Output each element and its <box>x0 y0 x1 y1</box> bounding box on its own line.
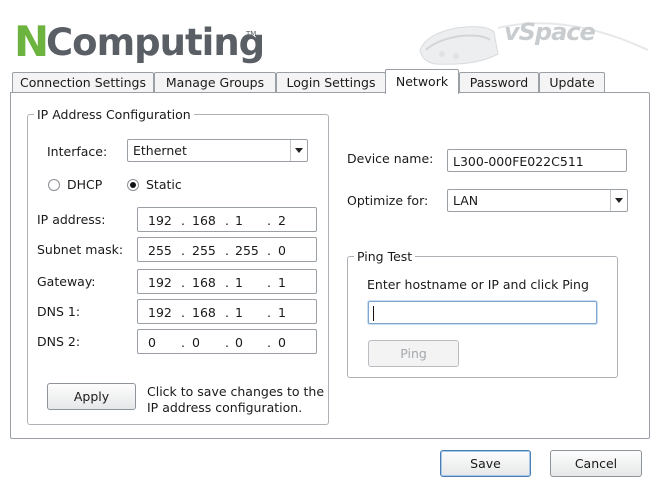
ip-octet: 192 <box>148 213 172 228</box>
tab-network[interactable]: Network <box>385 69 459 94</box>
logo-trademark: TM <box>246 30 257 38</box>
ip-address-label: IP address: <box>37 212 106 227</box>
tab-password[interactable]: Password <box>459 72 539 93</box>
ip-octet: 1 <box>235 213 243 228</box>
ip-octet: 1 <box>278 275 286 290</box>
tab-update[interactable]: Update <box>539 72 605 93</box>
static-label: Static <box>146 177 182 192</box>
ip-octet: 0 <box>278 243 286 258</box>
optimize-for-label: Optimize for: <box>347 193 429 208</box>
ip-octet: 0 <box>235 335 243 350</box>
ncomputing-logo: N Computing TM <box>14 17 265 68</box>
subnet-mask-label: Subnet mask: <box>37 242 124 257</box>
ip-address-field[interactable]: 192. 168. 1. 2 <box>137 207 317 232</box>
device-name-value: L300-000FE022C511 <box>453 154 584 169</box>
save-button[interactable]: Save <box>440 450 531 477</box>
chevron-down-icon[interactable] <box>610 190 627 211</box>
dns2-field[interactable]: 0. 0. 0. 0 <box>137 329 317 354</box>
interface-value: Ethernet <box>133 143 187 158</box>
ping-button[interactable]: Ping <box>368 340 459 367</box>
interface-select[interactable]: Ethernet <box>127 139 308 162</box>
optimize-for-value: LAN <box>453 193 479 208</box>
ip-octet: 255 <box>148 243 172 258</box>
ping-instruction: Enter hostname or IP and click Ping <box>367 277 589 292</box>
network-settings-panel: IP Address Configuration Interface: Ethe… <box>10 92 650 439</box>
cancel-button[interactable]: Cancel <box>550 450 642 477</box>
ip-octet: 0 <box>192 335 200 350</box>
tab-manage-groups[interactable]: Manage Groups <box>154 72 276 93</box>
device-name-label: Device name: <box>347 151 434 166</box>
tab-login-settings[interactable]: Login Settings <box>276 72 386 93</box>
vspace-product-name: vSpace <box>504 18 596 46</box>
device-name-field[interactable]: L300-000FE022C511 <box>447 149 627 172</box>
ping-host-input[interactable] <box>368 301 597 324</box>
ip-octet: 192 <box>148 275 172 290</box>
dhcp-label: DHCP <box>67 177 103 192</box>
ip-octet: 0 <box>148 335 156 350</box>
apply-hint-line2: IP address configuration. <box>147 400 303 415</box>
tab-label: Network <box>395 74 449 89</box>
tab-label: Connection Settings <box>20 75 146 90</box>
tab-label: Update <box>549 75 595 90</box>
tab-connection-settings[interactable]: Connection Settings <box>12 72 154 93</box>
ip-octet: 168 <box>192 275 216 290</box>
text-caret <box>373 306 374 321</box>
ip-octet: 2 <box>278 213 286 228</box>
ip-octet: 192 <box>148 305 172 320</box>
ip-octet: 1 <box>278 305 286 320</box>
ip-config-legend: IP Address Configuration <box>37 107 191 122</box>
subnet-mask-field[interactable]: 255. 255. 255. 0 <box>137 237 317 262</box>
dns1-field[interactable]: 192. 168. 1. 1 <box>137 299 317 324</box>
ip-octet: 0 <box>278 335 286 350</box>
apply-hint-line1: Click to save changes to the <box>147 384 325 399</box>
tab-label: Password <box>469 75 529 90</box>
static-radio[interactable] <box>127 179 139 191</box>
tab-label: Manage Groups <box>165 75 265 90</box>
dns2-label: DNS 2: <box>37 334 81 349</box>
ip-octet: 1 <box>235 305 243 320</box>
dhcp-radio[interactable] <box>48 179 60 191</box>
ping-test-legend: Ping Test <box>357 249 413 264</box>
chevron-down-icon[interactable] <box>290 140 307 161</box>
gateway-label: Gateway: <box>37 274 96 289</box>
ip-octet: 255 <box>192 243 216 258</box>
optimize-for-select[interactable]: LAN <box>447 189 628 212</box>
logo-text: Computing <box>46 21 265 64</box>
ip-octet: 168 <box>192 213 216 228</box>
ip-octet: 255 <box>235 243 259 258</box>
logo-n: N <box>14 17 49 66</box>
ip-octet: 1 <box>235 275 243 290</box>
gateway-field[interactable]: 192. 168. 1. 1 <box>137 269 317 294</box>
vspace-logo: vSpace <box>416 10 656 72</box>
tab-label: Login Settings <box>286 75 376 90</box>
ip-octet: 168 <box>192 305 216 320</box>
dns1-label: DNS 1: <box>37 304 81 319</box>
apply-button[interactable]: Apply <box>47 383 136 410</box>
interface-label: Interface: <box>47 144 108 159</box>
